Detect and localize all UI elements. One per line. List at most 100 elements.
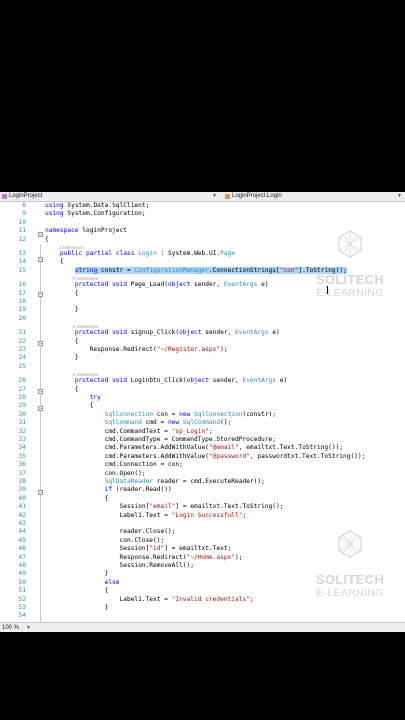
line-number: 17	[18, 289, 26, 297]
project-dropdown[interactable]: LoginProject ▼	[1, 193, 219, 200]
line-number: 21	[18, 329, 26, 337]
code-line[interactable]: protected void Page_Load(object sender, …	[45, 281, 269, 289]
line-number: 10	[18, 218, 26, 226]
status-bar: 100 % ▼	[0, 622, 405, 632]
code-line[interactable]: {	[45, 338, 79, 346]
code-line[interactable]: using System.Configuration;	[45, 210, 146, 218]
code-line[interactable]: {	[45, 236, 49, 244]
code-line[interactable]: Session["id"] = emailtxt.Text;	[45, 545, 232, 553]
text-cursor	[327, 286, 328, 294]
line-number: 50	[18, 578, 26, 586]
code-line[interactable]: {	[45, 258, 64, 266]
line-number: 20	[18, 314, 26, 322]
indent-guide	[40, 244, 41, 624]
watermark-tagline: E-LEARNING	[316, 587, 384, 599]
code-line[interactable]: public partial class Login : System.Web.…	[45, 250, 235, 258]
line-number: 29	[18, 402, 26, 410]
line-number: 41	[18, 503, 26, 511]
solitech-logo-icon	[338, 230, 362, 258]
code-line[interactable]: else	[45, 579, 120, 587]
line-number: 47	[18, 553, 26, 561]
code-line[interactable]: using System.Data.SqlClient;	[45, 202, 149, 210]
line-number: 44	[18, 528, 26, 536]
solitech-logo-icon	[338, 530, 362, 558]
code-line[interactable]: {	[45, 402, 94, 410]
csharp-project-icon	[2, 194, 7, 199]
code-line[interactable]: Response.Redirect("~/Home.aspx");	[45, 554, 243, 562]
collapse-toggle[interactable]: −	[38, 406, 43, 412]
code-line[interactable]: reader.Close();	[45, 528, 176, 536]
line-number: 26	[18, 377, 26, 385]
class-icon	[225, 194, 230, 199]
code-line[interactable]: cmd.CommandType = CommandType.StoredProc…	[45, 436, 276, 444]
code-line[interactable]: SqlDataReader reader = cmd.ExecuteReader…	[45, 478, 265, 486]
collapse-toggle[interactable]: −	[38, 389, 43, 395]
code-line[interactable]: con.Close();	[45, 537, 165, 545]
line-number: 28	[18, 394, 26, 401]
line-number: 27	[18, 385, 26, 393]
code-line[interactable]: Session["email"] = emailtxt.Text.ToStrin…	[45, 503, 284, 511]
line-number: 16	[18, 281, 26, 289]
chevron-down-icon[interactable]: ▼	[397, 193, 402, 200]
line-number: 14	[18, 258, 26, 266]
code-line[interactable]: }	[45, 354, 79, 362]
code-line[interactable]: {	[45, 587, 109, 595]
code-line[interactable]: Session.RemoveAll();	[45, 562, 195, 570]
code-line[interactable]: Label1.Text = "Invalid credentials";	[45, 596, 254, 604]
line-number: 30	[18, 410, 26, 418]
chevron-down-icon[interactable]: ▼	[212, 193, 217, 200]
code-line[interactable]: cmd.CommandText = "sp_Login";	[45, 428, 213, 436]
line-number: 32	[18, 427, 26, 435]
navigation-bar: LoginProject ▼ LoginProject.Login ▼	[0, 192, 405, 202]
code-line[interactable]: protected void signup_Click(object sende…	[45, 329, 280, 337]
line-number: 22	[18, 337, 26, 345]
collapse-toggle[interactable]: −	[38, 232, 43, 238]
code-line[interactable]: protected void Loginbtn_Click(object sen…	[45, 377, 287, 385]
code-line[interactable]: cmd.Connection = con;	[45, 461, 183, 469]
code-line[interactable]: Label1.Text = "Login Successfull";	[45, 512, 247, 520]
code-line[interactable]: if (reader.Read())	[45, 486, 172, 494]
zoom-level[interactable]: 100 %	[2, 624, 19, 632]
collapse-toggle[interactable]: −	[38, 490, 43, 496]
line-number: 31	[18, 419, 26, 427]
code-line[interactable]: {	[45, 290, 79, 298]
code-line[interactable]: Response.Redirect("~/Register.aspx");	[45, 346, 228, 354]
collapse-toggle[interactable]: −	[38, 257, 43, 263]
line-number: 18	[18, 298, 26, 305]
code-line[interactable]: {	[45, 386, 79, 394]
line-number: 42	[18, 511, 26, 519]
line-number: 24	[18, 354, 26, 362]
watermark-brand: SOLITECH	[315, 572, 385, 587]
line-number: 15	[18, 266, 26, 274]
code-line[interactable]: SqlCommand cmd = new SqlCommand();	[45, 419, 232, 427]
project-dropdown-label: LoginProject	[9, 193, 43, 199]
line-number: 39	[18, 486, 26, 494]
chevron-down-icon[interactable]: ▼	[26, 624, 31, 632]
code-line[interactable]: }	[45, 604, 109, 612]
line-number: 51	[18, 587, 26, 595]
collapse-toggle[interactable]: −	[38, 341, 43, 347]
code-editor[interactable]: SOLITECH E-LEARNING SOLITECH E-LEARNING …	[0, 202, 405, 624]
code-line[interactable]: con.Open();	[45, 470, 146, 478]
line-number: 25	[18, 362, 26, 370]
code-line[interactable]: cmd.Parameters.AddWithValue("@email", em…	[45, 444, 343, 452]
code-line[interactable]: string constr = ConfigurationManager.Con…	[45, 266, 347, 275]
line-number: 48	[18, 562, 26, 569]
watermark-tagline: E-LEARNING	[316, 287, 384, 299]
code-line[interactable]: }	[45, 306, 79, 314]
code-line[interactable]: {	[45, 495, 109, 503]
code-line[interactable]: }	[45, 570, 109, 578]
line-number: 13	[18, 250, 26, 257]
watermark-bottom: SOLITECH E-LEARNING	[310, 530, 390, 610]
code-line[interactable]: cmd.Parameters.AddWithValue("@password",…	[45, 453, 366, 461]
line-number: 33	[18, 436, 26, 443]
line-number: 36	[18, 461, 26, 469]
member-dropdown[interactable]: LoginProject.Login ▼	[224, 193, 404, 200]
line-number: 43	[18, 520, 26, 527]
line-number: 12	[18, 235, 26, 243]
code-line[interactable]: SqlConnection con = new SqlConnection(co…	[45, 411, 276, 419]
collapse-toggle[interactable]: −	[38, 292, 43, 298]
code-line[interactable]: namespace loginProject	[45, 227, 127, 235]
code-line[interactable]: try	[45, 394, 101, 402]
line-number: 40	[18, 494, 26, 502]
